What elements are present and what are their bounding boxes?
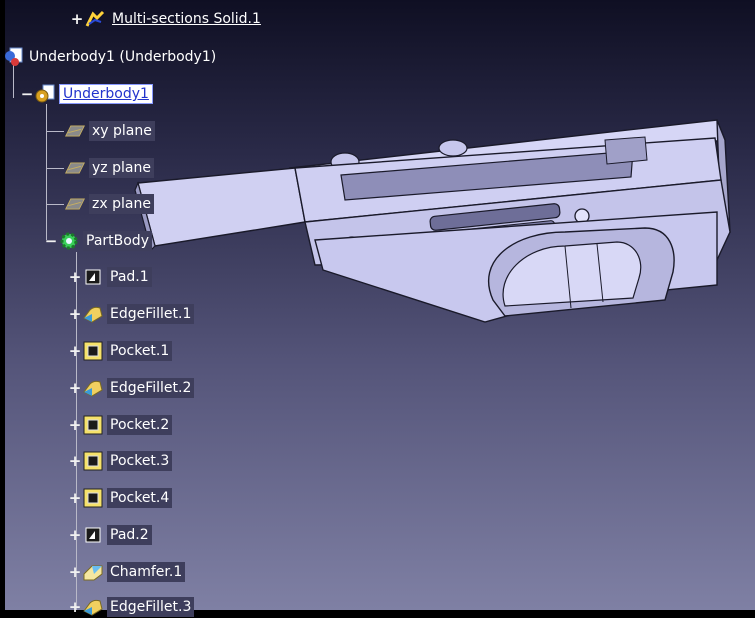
tree-item-yz-plane[interactable]: yz plane	[64, 157, 154, 179]
expand-icon[interactable]: +	[68, 491, 82, 506]
chamfer-icon	[82, 561, 104, 583]
tree-item-pad-1[interactable]: + Pad.1	[68, 266, 152, 288]
pocket-icon	[82, 340, 104, 362]
expand-icon[interactable]: +	[68, 600, 82, 615]
tree-item-chamfer-1[interactable]: + Chamfer.1	[68, 561, 186, 583]
tree-item-multi-sections-solid[interactable]: + Multi-sections Solid.1	[70, 8, 264, 30]
tree-item-label: PartBody	[83, 231, 152, 251]
pocket-icon	[82, 450, 104, 472]
tree-item-label: Pocket.2	[107, 415, 173, 435]
tree-item-label: zx plane	[89, 194, 154, 214]
expand-icon[interactable]: +	[68, 565, 82, 580]
tree-item-label: Pocket.3	[107, 451, 173, 471]
edge-fillet-icon	[82, 596, 104, 618]
tree-item-pocket-4[interactable]: + Pocket.4	[68, 487, 173, 509]
expand-icon[interactable]: +	[68, 528, 82, 543]
tree-item-label: Multi-sections Solid.1	[112, 11, 261, 27]
edge-fillet-icon	[82, 377, 104, 399]
plane-icon	[64, 120, 86, 142]
expand-icon[interactable]: +	[68, 418, 82, 433]
product-icon	[2, 46, 24, 68]
tree-item-part[interactable]: − Underbody1	[20, 83, 153, 105]
tree-item-edgefillet-2[interactable]: + EdgeFillet.2	[68, 377, 195, 399]
pocket-icon	[82, 414, 104, 436]
collapse-icon[interactable]: −	[44, 234, 58, 249]
tree-item-label: Pocket.1	[107, 341, 173, 361]
tree-item-label: Pad.2	[107, 525, 152, 545]
pad-icon	[82, 524, 104, 546]
tree-item-label: EdgeFillet.2	[107, 378, 195, 398]
tree-item-xy-plane[interactable]: xy plane	[64, 120, 155, 142]
multi-sections-solid-icon	[84, 8, 106, 30]
partbody-gear-icon	[58, 230, 80, 252]
edge-fillet-icon	[82, 303, 104, 325]
expand-icon[interactable]: +	[68, 454, 82, 469]
tree-item-label: Pad.1	[107, 267, 152, 287]
expand-icon[interactable]: +	[68, 344, 82, 359]
tree-item-label: EdgeFillet.3	[107, 597, 195, 617]
tree-item-zx-plane[interactable]: zx plane	[64, 193, 154, 215]
expand-icon[interactable]: +	[68, 381, 82, 396]
tree-item-label: Chamfer.1	[107, 562, 186, 582]
tree-item-pad-2[interactable]: + Pad.2	[68, 524, 152, 546]
tree-item-pocket-3[interactable]: + Pocket.3	[68, 450, 173, 472]
expand-icon[interactable]: +	[68, 270, 82, 285]
tree-item-partbody[interactable]: − PartBody	[44, 230, 152, 252]
tree-item-label: xy plane	[89, 121, 155, 141]
tree-item-label-selected: Underbody1	[59, 84, 153, 104]
tree-item-label: Underbody1 (Underbody1)	[29, 49, 217, 65]
tree-item-edgefillet-1[interactable]: + EdgeFillet.1	[68, 303, 195, 325]
expand-icon[interactable]: +	[70, 12, 84, 27]
tree-item-label: Pocket.4	[107, 488, 173, 508]
plane-icon	[64, 157, 86, 179]
part-icon	[34, 83, 56, 105]
tree-item-pocket-1[interactable]: + Pocket.1	[68, 340, 173, 362]
pocket-icon	[82, 487, 104, 509]
expand-icon[interactable]: +	[68, 307, 82, 322]
collapse-icon[interactable]: −	[20, 87, 34, 102]
tree-item-pocket-2[interactable]: + Pocket.2	[68, 414, 173, 436]
tree-item-edgefillet-3[interactable]: + EdgeFillet.3	[68, 596, 195, 618]
pad-icon	[82, 266, 104, 288]
plane-icon	[64, 193, 86, 215]
tree-item-label: yz plane	[89, 158, 154, 178]
tree-item-product[interactable]: Underbody1 (Underbody1)	[2, 46, 218, 68]
tree-item-label: EdgeFillet.1	[107, 304, 195, 324]
